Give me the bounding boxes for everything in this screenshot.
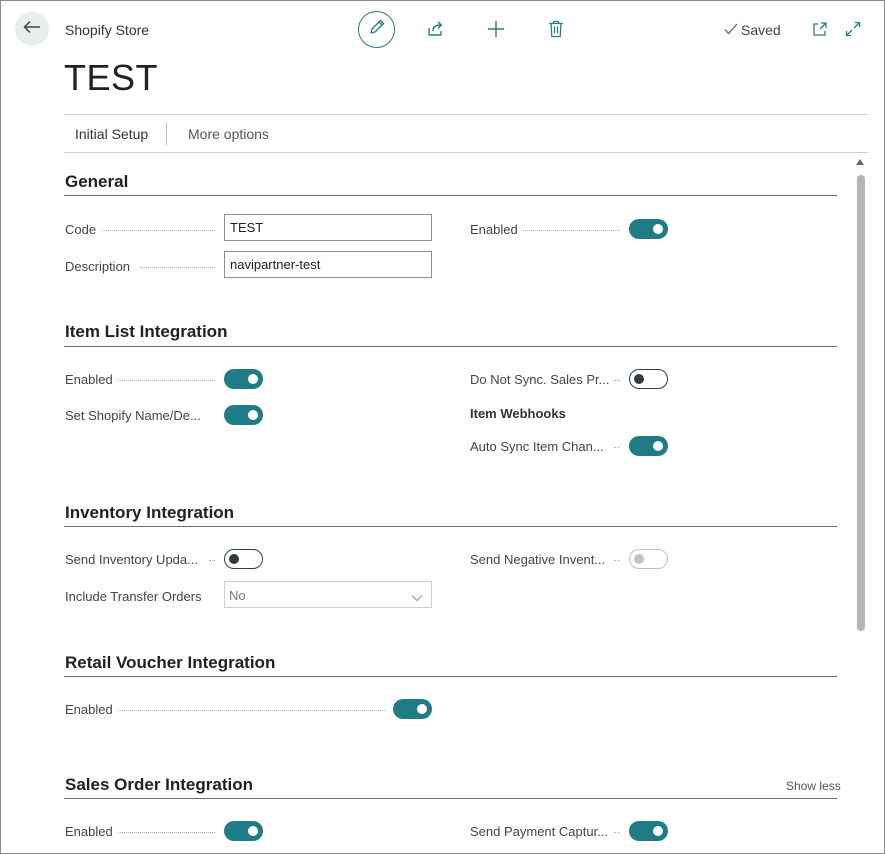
general-enabled-label: Enabled bbox=[470, 222, 518, 237]
back-button[interactable] bbox=[15, 12, 49, 46]
send-payment-capture-toggle[interactable] bbox=[629, 821, 668, 841]
back-arrow-icon bbox=[23, 20, 41, 39]
retail-voucher-enabled-toggle[interactable] bbox=[393, 699, 432, 719]
action-separator bbox=[166, 123, 167, 145]
section-title-inventory[interactable]: Inventory Integration bbox=[65, 503, 234, 523]
section-divider bbox=[64, 798, 837, 799]
leader-dots bbox=[118, 710, 385, 711]
expand-icon bbox=[845, 21, 861, 42]
set-shopify-name-toggle[interactable] bbox=[224, 405, 263, 425]
do-not-sync-toggle[interactable] bbox=[629, 369, 668, 389]
select-value: No bbox=[229, 588, 246, 603]
description-field[interactable]: navipartner-test bbox=[224, 251, 432, 278]
pencil-icon bbox=[368, 18, 386, 41]
expand-button[interactable] bbox=[838, 13, 868, 49]
leader-dots bbox=[614, 447, 620, 448]
checkmark-icon bbox=[724, 22, 738, 38]
trash-icon bbox=[548, 20, 564, 43]
more-options-action[interactable]: More options bbox=[188, 126, 269, 142]
leader-dots bbox=[614, 380, 620, 381]
send-inventory-updates-toggle[interactable] bbox=[224, 549, 263, 569]
item-list-enabled-toggle[interactable] bbox=[224, 369, 263, 389]
leader-dots bbox=[118, 832, 215, 833]
leader-dots bbox=[118, 380, 215, 381]
share-button[interactable] bbox=[418, 13, 454, 49]
section-divider bbox=[64, 195, 837, 196]
action-bar: Initial Setup More options bbox=[64, 115, 868, 152]
page-title: TEST bbox=[64, 57, 159, 98]
include-transfer-orders-label: Include Transfer Orders bbox=[65, 589, 202, 604]
sales-order-enabled-toggle[interactable] bbox=[224, 821, 263, 841]
set-shopify-name-label: Set Shopify Name/De... bbox=[65, 408, 201, 423]
auto-sync-toggle[interactable] bbox=[629, 436, 668, 456]
leader-dots bbox=[102, 230, 215, 231]
item-webhooks-heading: Item Webhooks bbox=[470, 406, 566, 421]
leader-dots bbox=[614, 832, 620, 833]
section-divider bbox=[64, 526, 837, 527]
delete-button[interactable] bbox=[538, 13, 574, 49]
scrollbar-thumb[interactable] bbox=[857, 175, 865, 631]
section-title-sales-order[interactable]: Sales Order Integration bbox=[65, 775, 253, 795]
scroll-up-arrow-icon[interactable] bbox=[856, 159, 864, 165]
chevron-down-icon bbox=[411, 590, 423, 605]
saved-label: Saved bbox=[741, 22, 781, 38]
open-new-window-button[interactable] bbox=[805, 13, 835, 49]
send-negative-inventory-toggle bbox=[629, 549, 668, 569]
leader-dots bbox=[140, 267, 215, 268]
action-bar-divider bbox=[64, 152, 868, 153]
include-transfer-orders-select[interactable]: No bbox=[224, 581, 432, 608]
sales-order-enabled-label: Enabled bbox=[65, 824, 113, 839]
code-label: Code bbox=[65, 222, 97, 237]
send-payment-capture-label: Send Payment Captur... bbox=[470, 824, 609, 839]
open-in-new-window-icon bbox=[812, 21, 828, 42]
section-title-item-list[interactable]: Item List Integration bbox=[65, 322, 227, 342]
section-divider bbox=[64, 346, 837, 347]
retail-voucher-enabled-label: Enabled bbox=[65, 702, 113, 717]
send-negative-inventory-label: Send Negative Invent... bbox=[470, 552, 606, 567]
code-field[interactable]: TEST bbox=[224, 214, 432, 241]
do-not-sync-label: Do Not Sync. Sales Pr... bbox=[470, 372, 610, 387]
initial-setup-action[interactable]: Initial Setup bbox=[75, 126, 148, 142]
new-button[interactable] bbox=[478, 13, 514, 49]
description-label: Description bbox=[65, 259, 131, 274]
send-inventory-updates-label: Send Inventory Upda... bbox=[65, 552, 198, 567]
page-frame: Shopify Store TEST Saved Initial Setup M… bbox=[0, 0, 885, 854]
plus-icon bbox=[487, 20, 505, 43]
saved-status: Saved bbox=[724, 22, 781, 38]
show-less-link[interactable]: Show less bbox=[786, 779, 841, 793]
general-enabled-toggle[interactable] bbox=[629, 219, 668, 239]
share-icon bbox=[427, 20, 445, 43]
section-title-general[interactable]: General bbox=[65, 172, 128, 192]
page-caption: Shopify Store bbox=[65, 22, 150, 38]
leader-dots bbox=[614, 560, 620, 561]
leader-dots bbox=[523, 230, 620, 231]
leader-dots bbox=[209, 560, 215, 561]
auto-sync-label: Auto Sync Item Chan... bbox=[470, 439, 604, 454]
section-divider bbox=[64, 676, 837, 677]
edit-button[interactable] bbox=[358, 11, 395, 48]
item-list-enabled-label: Enabled bbox=[65, 372, 113, 387]
section-title-retail-voucher[interactable]: Retail Voucher Integration bbox=[65, 653, 275, 673]
